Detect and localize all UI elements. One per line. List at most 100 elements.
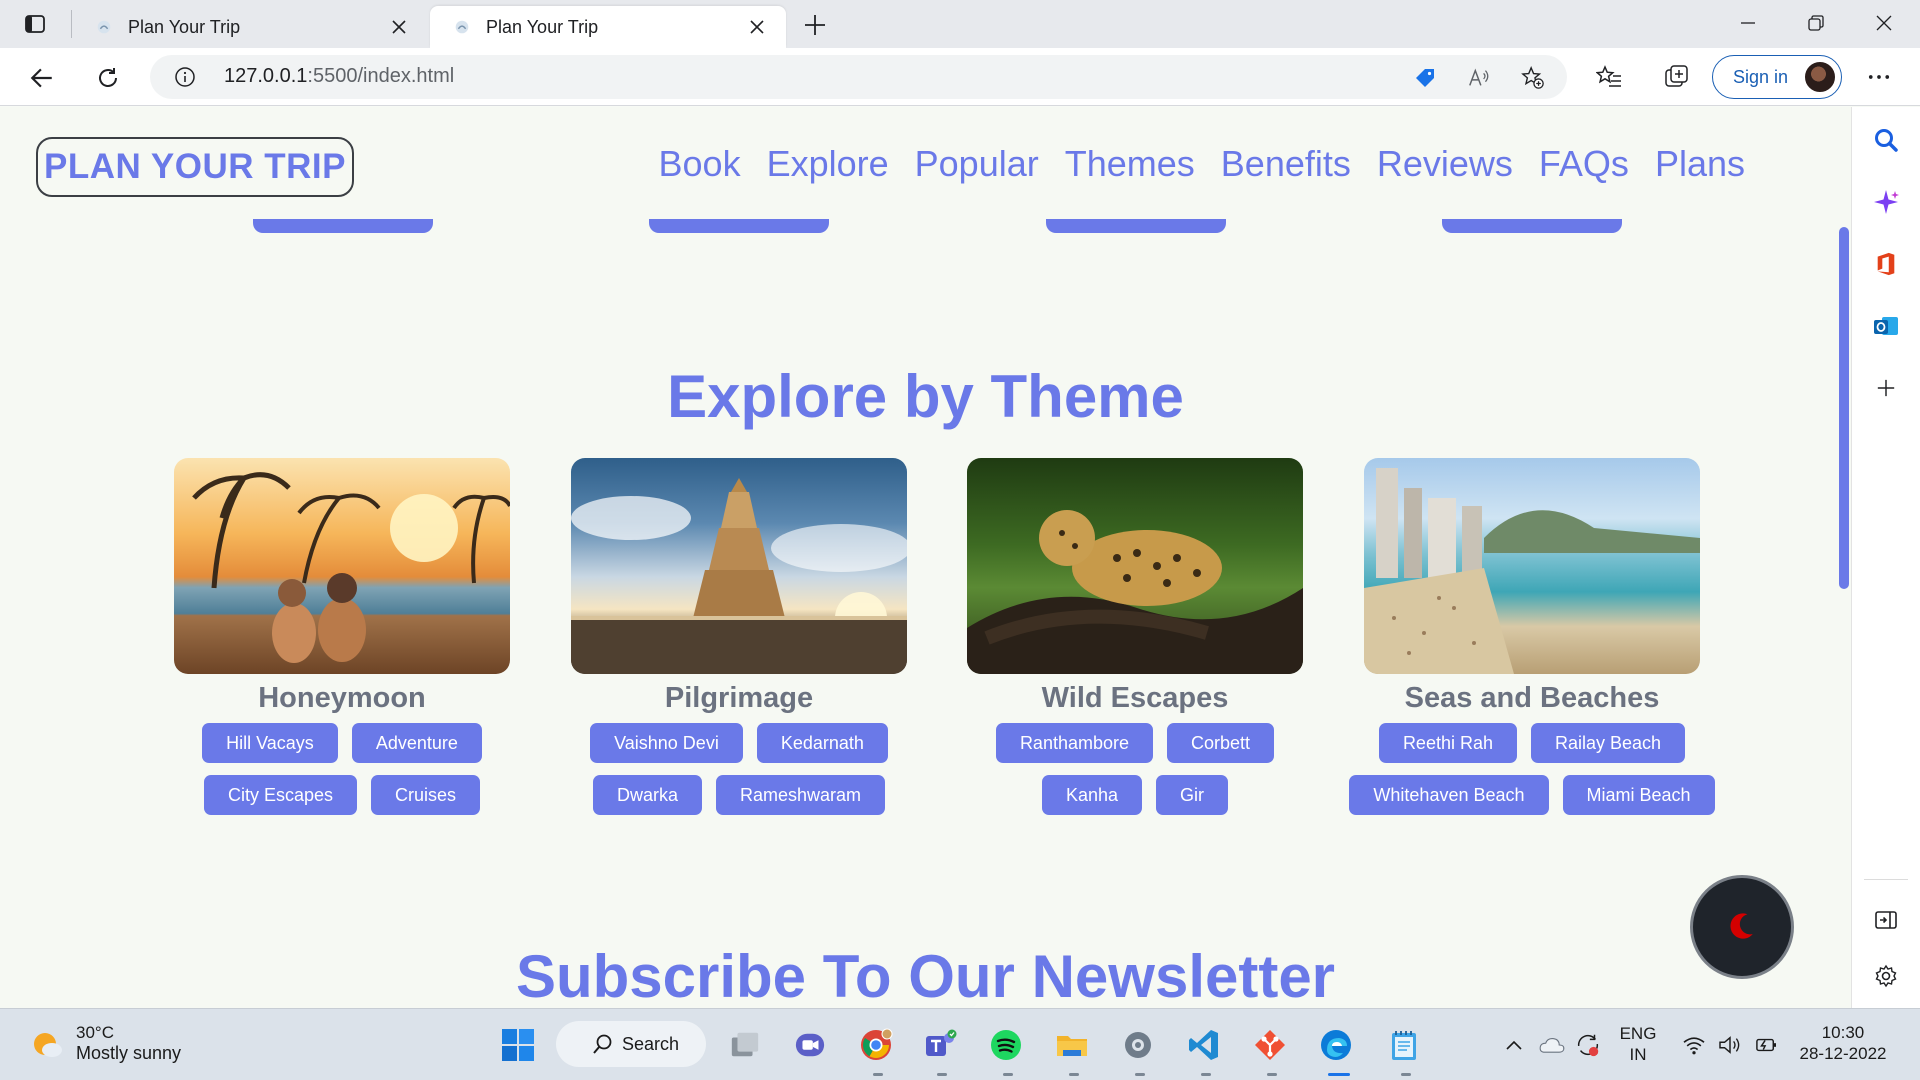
tag-button[interactable]: Gir <box>1156 775 1229 815</box>
weather-widget[interactable]: 30°C Mostly sunny <box>30 1023 181 1064</box>
tag-button[interactable]: Whitehaven Beach <box>1349 775 1549 815</box>
sign-in-button[interactable]: Sign in <box>1712 55 1842 99</box>
settings-app-icon[interactable] <box>1118 1025 1158 1065</box>
clock[interactable]: 10:30 28-12-2022 <box>1790 1022 1896 1064</box>
tag-button[interactable]: Reethi Rah <box>1378 723 1517 763</box>
tag-button[interactable]: Dwarka <box>592 775 702 815</box>
tag-button[interactable]: Cruises <box>371 775 481 815</box>
nav-link-book[interactable]: Book <box>659 143 741 185</box>
tag-button[interactable]: Kedarnath <box>756 723 888 763</box>
vscode-icon[interactable] <box>1184 1025 1224 1065</box>
wild-escapes-photo <box>967 458 1303 674</box>
tab-title: Plan Your Trip <box>128 16 241 37</box>
page-scrollbar[interactable] <box>1839 107 1851 1008</box>
nav-link-explore[interactable]: Explore <box>767 143 889 185</box>
sync-icon[interactable] <box>1568 1025 1608 1065</box>
language-code: ENG <box>1619 1024 1657 1043</box>
seas-beaches-photo <box>1364 458 1700 674</box>
browser-tab-1[interactable]: Plan Your Trip <box>72 6 428 48</box>
newsletter-section-title: Subscribe To Our Newsletter <box>515 943 1336 1008</box>
honeymoon-photo <box>174 458 510 674</box>
back-icon[interactable] <box>24 60 60 96</box>
search-icon[interactable] <box>1869 123 1903 157</box>
minimize-icon[interactable] <box>1722 8 1774 38</box>
site-favicon-icon <box>94 17 114 37</box>
file-explorer-icon[interactable] <box>1052 1025 1092 1065</box>
tag-button[interactable]: Hill Vacays <box>202 723 338 763</box>
tag-button[interactable]: Vaishno Devi <box>590 723 743 763</box>
app-running-indicator <box>1135 1073 1145 1076</box>
nav-link-themes[interactable]: Themes <box>1065 143 1195 185</box>
edge-icon[interactable] <box>1316 1025 1356 1065</box>
close-window-icon[interactable] <box>1858 8 1910 38</box>
read-aloud-icon[interactable] <box>1466 65 1492 91</box>
nav-link-popular[interactable]: Popular <box>915 143 1039 185</box>
hide-sidebar-icon[interactable] <box>1869 903 1903 937</box>
shopping-tag-icon[interactable] <box>1412 65 1438 91</box>
office-icon[interactable] <box>1869 247 1903 281</box>
notepad-icon[interactable] <box>1384 1025 1424 1065</box>
app-running-indicator <box>873 1073 883 1076</box>
show-hidden-icons-chevron-icon[interactable] <box>1494 1025 1534 1065</box>
refresh-icon[interactable] <box>90 60 126 96</box>
url-path: :5500/index.html <box>307 65 455 87</box>
onedrive-cloud-icon[interactable] <box>1532 1025 1572 1065</box>
sidebar-settings-icon[interactable] <box>1869 959 1903 993</box>
weather-sun-icon <box>34 1032 62 1057</box>
teams-icon[interactable] <box>920 1025 960 1065</box>
add-favorite-icon[interactable] <box>1520 65 1546 91</box>
volume-icon[interactable] <box>1710 1025 1750 1065</box>
page-viewport[interactable]: PLAN YOUR TRIP Book Explore Popular Them… <box>0 107 1851 1008</box>
close-tab-icon[interactable] <box>746 16 768 38</box>
browser-tab-2[interactable]: Plan Your Trip <box>430 6 786 48</box>
more-options-icon[interactable] <box>1862 60 1896 94</box>
tag-button[interactable]: Corbett <box>1167 723 1275 763</box>
collections-icon[interactable] <box>1660 60 1694 94</box>
weather-description: Mostly sunny <box>76 1043 182 1063</box>
nav-link-benefits[interactable]: Benefits <box>1221 143 1351 185</box>
task-view-icon[interactable] <box>725 1025 765 1065</box>
site-logo[interactable]: PLAN YOUR TRIP <box>36 137 354 197</box>
site-favicon-icon <box>452 17 472 37</box>
theme-tags: Vaishno Devi Kedarnath Dwarka Rameshwara… <box>549 723 929 815</box>
battery-icon[interactable] <box>1746 1025 1786 1065</box>
sign-in-label: Sign in <box>1733 66 1789 87</box>
language-indicator[interactable]: ENG IN <box>1614 1023 1662 1065</box>
outlook-icon[interactable] <box>1869 309 1903 343</box>
theme-title: Honeymoon <box>258 682 426 714</box>
tag-button[interactable]: Rameshwaram <box>715 775 886 815</box>
address-bar[interactable]: 127.0.0.1:5500/index.html <box>150 55 1567 99</box>
nav-link-faqs[interactable]: FAQs <box>1539 143 1629 185</box>
scrollbar-thumb[interactable] <box>1839 227 1849 589</box>
clock-time: 10:30 <box>1821 1023 1865 1042</box>
restore-icon[interactable] <box>1790 8 1842 38</box>
git-tool-icon[interactable] <box>1250 1025 1290 1065</box>
tag-button[interactable]: Railay Beach <box>1531 723 1686 763</box>
new-tab-icon[interactable] <box>800 10 830 40</box>
tag-button[interactable]: Miami Beach <box>1562 775 1715 815</box>
tag-button[interactable]: Adventure <box>351 723 482 763</box>
wifi-icon[interactable] <box>1674 1025 1714 1065</box>
tag-button[interactable]: Ranthambore <box>995 723 1154 763</box>
copilot-sparkle-icon[interactable] <box>1869 185 1903 219</box>
teams-chat-icon[interactable] <box>790 1025 830 1065</box>
tag-button[interactable]: Kanha <box>1041 775 1143 815</box>
tab-actions-icon[interactable] <box>18 11 52 37</box>
favorites-icon[interactable] <box>1592 60 1626 94</box>
region-code: IN <box>1629 1045 1647 1064</box>
nav-link-reviews[interactable]: Reviews <box>1377 143 1513 185</box>
theme-card-seas-beaches: Seas and Beaches Reethi Rah Railay Beach… <box>1349 458 1715 815</box>
theme-tags: Ranthambore Corbett Kanha Gir <box>945 723 1325 815</box>
tag-button[interactable]: City Escapes <box>203 775 358 815</box>
theme-card-wild-escapes: Wild Escapes Ranthambore Corbett Kanha G… <box>967 458 1303 815</box>
add-sidebar-app-icon[interactable] <box>1869 371 1903 405</box>
site-info-icon[interactable] <box>174 66 196 88</box>
taskbar-search-box[interactable]: Search <box>556 1021 706 1067</box>
close-tab-icon[interactable] <box>388 16 410 38</box>
chrome-icon[interactable] <box>856 1025 896 1065</box>
spotify-icon[interactable] <box>986 1025 1026 1065</box>
nav-link-plans[interactable]: Plans <box>1655 143 1745 185</box>
dark-mode-toggle-button[interactable] <box>1690 875 1794 979</box>
windows-start-icon[interactable] <box>498 1025 538 1065</box>
site-header: PLAN YOUR TRIP Book Explore Popular Them… <box>0 107 1839 223</box>
